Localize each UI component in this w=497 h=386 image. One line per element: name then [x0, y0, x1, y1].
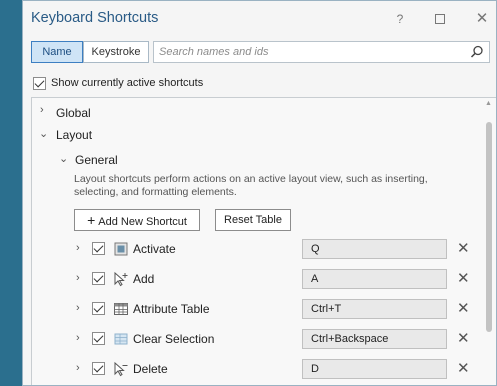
- shortcut-row: › Clear Selection Ctrl+Backspace ✕: [32, 326, 492, 352]
- help-button[interactable]: ?: [389, 9, 411, 29]
- shortcut-name: Clear Selection: [133, 332, 215, 346]
- add-cursor-icon: [114, 271, 128, 287]
- shortcut-keys-value: Ctrl+Backspace: [311, 333, 389, 345]
- scrollbar-thumb[interactable]: [486, 122, 492, 332]
- attribute-table-icon: [114, 303, 128, 315]
- reset-table-button[interactable]: Reset Table: [215, 209, 291, 231]
- shortcut-keys-value: D: [311, 363, 319, 375]
- shortcuts-tree: › Global ⌄ Layout ⌄ General Layout short…: [31, 97, 496, 385]
- show-active-label: Show currently active shortcuts: [51, 77, 204, 89]
- shortcut-enabled-checkbox[interactable]: [92, 242, 105, 255]
- expand-chevron-icon[interactable]: ›: [76, 242, 80, 254]
- maximize-icon: [435, 14, 445, 24]
- close-button[interactable]: ✕: [471, 9, 493, 29]
- expand-chevron-icon[interactable]: ›: [76, 302, 80, 314]
- tree-node-general[interactable]: General: [75, 153, 118, 167]
- delete-shortcut-icon[interactable]: ✕: [457, 269, 470, 287]
- expand-chevron-icon[interactable]: ›: [76, 362, 80, 374]
- shortcut-enabled-checkbox[interactable]: [92, 332, 105, 345]
- shortcut-enabled-checkbox[interactable]: [92, 362, 105, 375]
- window-title: Keyboard Shortcuts: [31, 10, 159, 26]
- shortcut-row: › Activate Q ✕: [32, 236, 492, 262]
- scroll-up-icon[interactable]: ▲: [485, 100, 492, 107]
- delete-shortcut-icon[interactable]: ✕: [457, 299, 470, 317]
- delete-shortcut-icon[interactable]: ✕: [457, 329, 470, 347]
- shortcut-keys-field[interactable]: Ctrl+Backspace: [302, 329, 447, 349]
- clear-selection-icon: [114, 333, 128, 345]
- keyboard-shortcuts-dialog: Keyboard Shortcuts ? ✕ Name Keystroke Sh…: [22, 0, 497, 386]
- vertical-scrollbar[interactable]: ▲: [484, 100, 494, 385]
- expand-chevron-icon[interactable]: ›: [40, 104, 44, 116]
- tree-node-layout[interactable]: Layout: [56, 128, 92, 142]
- shortcut-name: Add: [133, 272, 155, 286]
- shortcut-keys-field[interactable]: Ctrl+T: [302, 299, 447, 319]
- shortcut-keys-value: A: [311, 273, 319, 285]
- show-active-checkbox[interactable]: [33, 77, 46, 90]
- shortcut-enabled-checkbox[interactable]: [92, 302, 105, 315]
- title-bar: Keyboard Shortcuts ? ✕: [23, 1, 496, 37]
- tree-node-global[interactable]: Global: [56, 106, 91, 120]
- shortcut-keys-field[interactable]: D: [302, 359, 447, 379]
- search-input[interactable]: [159, 44, 459, 60]
- add-new-shortcut-button[interactable]: + Add New Shortcut: [74, 209, 200, 231]
- general-description: Layout shortcuts perform actions on an a…: [74, 173, 428, 198]
- shortcut-row: › Attribute Table Ctrl+T ✕: [32, 296, 492, 322]
- shortcut-keys-value: Ctrl+T: [311, 303, 342, 315]
- delete-cursor-icon: [114, 361, 128, 377]
- collapse-chevron-icon[interactable]: ⌄: [39, 127, 48, 140]
- expand-chevron-icon[interactable]: ›: [76, 272, 80, 284]
- search-box: [153, 41, 490, 63]
- expand-chevron-icon[interactable]: ›: [76, 332, 80, 344]
- shortcut-keys-field[interactable]: Q: [302, 239, 447, 259]
- shortcut-keys-field[interactable]: A: [302, 269, 447, 289]
- shortcut-name: Attribute Table: [133, 302, 210, 316]
- add-new-shortcut-label: Add New Shortcut: [98, 216, 187, 228]
- shortcut-row: › Delete D ✕: [32, 356, 492, 382]
- maximize-button[interactable]: [429, 9, 451, 29]
- keystroke-search-tab[interactable]: Keystroke: [83, 41, 149, 63]
- delete-shortcut-icon[interactable]: ✕: [457, 239, 470, 257]
- activate-icon: [114, 242, 128, 256]
- shortcut-row: › Add A ✕: [32, 266, 492, 292]
- search-icon[interactable]: [469, 44, 485, 60]
- plus-icon: +: [87, 212, 96, 228]
- delete-shortcut-icon[interactable]: ✕: [457, 359, 470, 377]
- shortcut-name: Delete: [133, 362, 168, 376]
- name-search-tab[interactable]: Name: [31, 41, 83, 63]
- shortcut-name: Activate: [133, 242, 176, 256]
- shortcut-keys-value: Q: [311, 243, 320, 255]
- collapse-chevron-icon[interactable]: ⌄: [59, 152, 68, 165]
- shortcut-enabled-checkbox[interactable]: [92, 272, 105, 285]
